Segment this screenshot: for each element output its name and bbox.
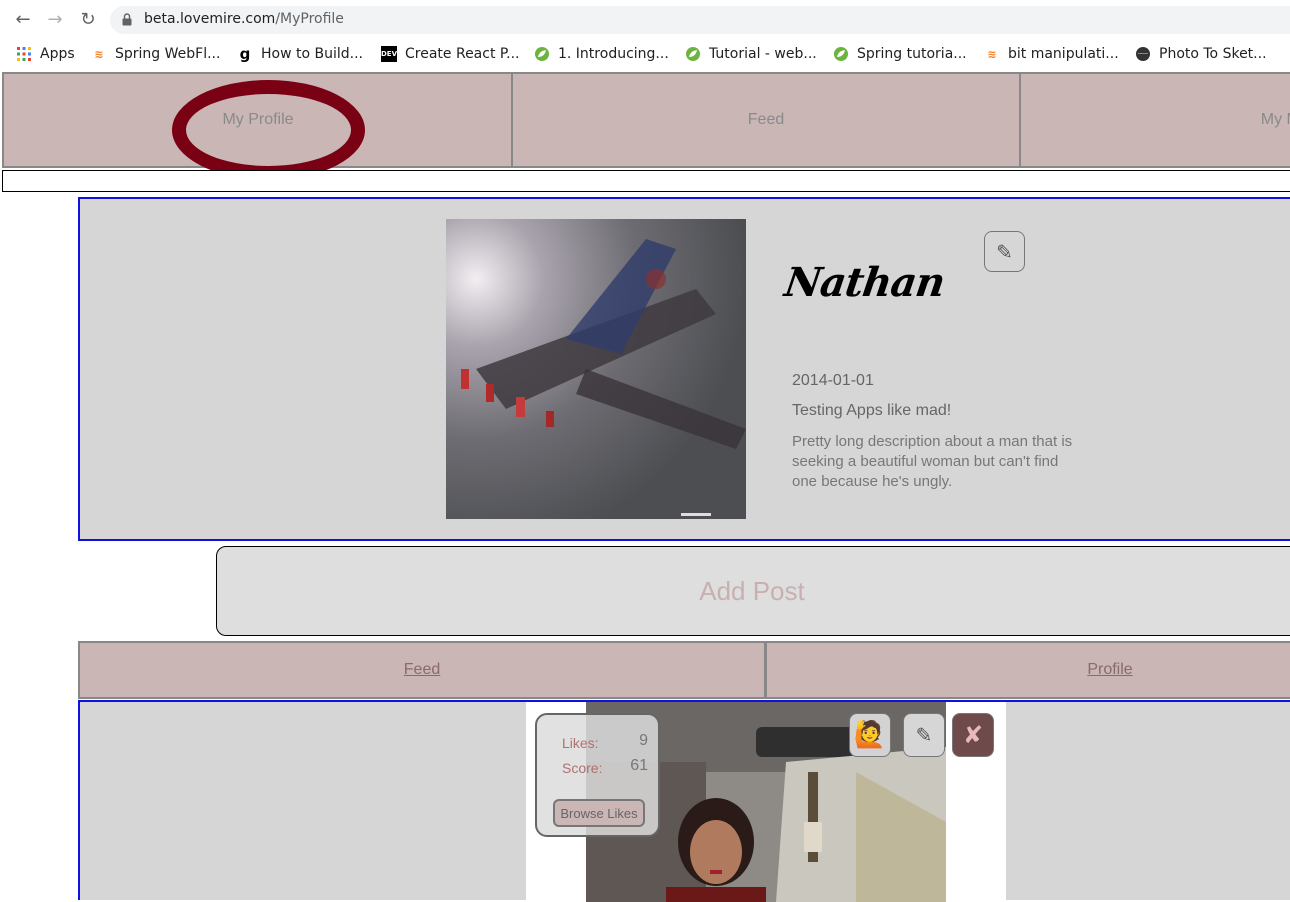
bookmark-label: Spring WebFl... [115, 46, 221, 62]
bookmark-spring-tutorial[interactable]: Spring tutoria... [833, 44, 967, 64]
bookmark-tutorial-web[interactable]: Tutorial - web... [685, 44, 817, 64]
pencil-icon: ✎ [996, 239, 1013, 264]
nav-label: My Matc [1260, 111, 1290, 128]
bookmark-bit-manipulation[interactable]: ≋ bit manipulati... [984, 44, 1119, 64]
spring-icon [833, 46, 849, 62]
nav-underline-strip [2, 170, 1290, 192]
nav-my-profile[interactable]: My Profile [4, 74, 512, 166]
airplane-photo-image [446, 219, 746, 519]
raise-hand-icon: 🙋 [853, 720, 887, 750]
score-label: Score: [562, 760, 603, 776]
bookmark-photo-to-sketch[interactable]: Photo To Sket... [1135, 44, 1267, 64]
subnav-label: Feed [403, 661, 441, 678]
profile-birthdate: 2014-01-01 [792, 372, 874, 389]
like-post-button[interactable]: 🙋 [849, 713, 891, 757]
post-stats-panel: Likes: 9 Score: 61 Browse Likes [535, 713, 660, 837]
nav-feed[interactable]: Feed [513, 74, 1019, 166]
nav-label: Feed [747, 111, 785, 128]
add-post-label: Add Post [699, 575, 805, 606]
apps-grid-icon [16, 46, 32, 62]
score-value: 61 [630, 757, 648, 774]
bookmark-label: bit manipulati... [1008, 46, 1119, 62]
likes-label: Likes: [562, 735, 599, 751]
browse-likes-button[interactable]: Browse Likes [553, 799, 645, 827]
profile-name: Nathan [781, 259, 948, 306]
browser-toolbar: ← → ↻ beta.lovemire.com/MyProfile [0, 0, 1290, 38]
spring-icon [534, 46, 550, 62]
bookmark-spring-webflux[interactable]: ≋ Spring WebFl... [91, 44, 220, 64]
post-card [78, 700, 1290, 902]
bookmark-apps[interactable]: Apps [16, 44, 75, 64]
dev-icon: DEV [381, 46, 397, 62]
forward-arrow-icon[interactable]: → [43, 8, 67, 32]
bookmark-introducing[interactable]: 1. Introducing... [534, 44, 669, 64]
bookmark-how-to-build[interactable]: g How to Build... [237, 44, 363, 64]
bookmark-label: Apps [40, 46, 75, 62]
profile-photo[interactable] [446, 219, 746, 519]
url-text: beta.lovemire.com/MyProfile [144, 11, 344, 27]
subnav-label: Profile [1087, 661, 1133, 678]
profile-description: Pretty long description about a man that… [792, 433, 1073, 490]
edit-profile-button[interactable]: ✎ [984, 231, 1025, 272]
bookmark-label: Create React P... [405, 46, 520, 62]
bookmark-label: Photo To Sket... [1159, 46, 1267, 62]
pencil-icon: ✎ [915, 723, 933, 747]
subnav-profile-link[interactable]: Profile [767, 643, 1290, 697]
bookmarks-bar: Apps ≋ Spring WebFl... g How to Build...… [0, 38, 1290, 70]
profile-subnav: Feed Profile [78, 641, 1290, 699]
address-bar[interactable]: beta.lovemire.com/MyProfile [110, 6, 1290, 34]
nav-label: My Profile [222, 111, 294, 128]
reload-icon[interactable]: ↻ [76, 8, 100, 32]
subnav-feed-link[interactable]: Feed [80, 643, 764, 697]
bookmark-label: How to Build... [261, 46, 363, 62]
edit-post-button[interactable]: ✎ [903, 713, 945, 757]
add-post-button[interactable]: Add Post [216, 546, 1290, 636]
bookmark-label: 1. Introducing... [558, 46, 669, 62]
top-navigation: My Profile Feed My Matc [2, 72, 1290, 168]
lock-icon [122, 13, 132, 26]
bookmark-label: Spring tutoria... [857, 46, 967, 62]
nav-my-matches[interactable]: My Matc [1021, 74, 1290, 166]
back-arrow-icon[interactable]: ← [11, 8, 35, 32]
browse-likes-label: Browse Likes [560, 805, 638, 821]
stackoverflow-icon: ≋ [94, 47, 104, 61]
close-x-icon: ✘ [962, 721, 984, 749]
bookmark-label: Tutorial - web... [709, 46, 817, 62]
stackoverflow-icon: ≋ [987, 47, 997, 61]
bookmark-create-react[interactable]: DEV Create React P... [381, 44, 520, 64]
circle-dark-icon [1135, 46, 1151, 62]
profile-card: ✎ Nathan 2014-01-01 Testing Apps like ma… [78, 197, 1290, 541]
g-icon: g [239, 45, 251, 63]
profile-tagline: Testing Apps like mad! [792, 402, 952, 419]
spring-icon [685, 46, 701, 62]
delete-post-button[interactable]: ✘ [952, 713, 994, 757]
likes-count: 9 [639, 732, 648, 749]
